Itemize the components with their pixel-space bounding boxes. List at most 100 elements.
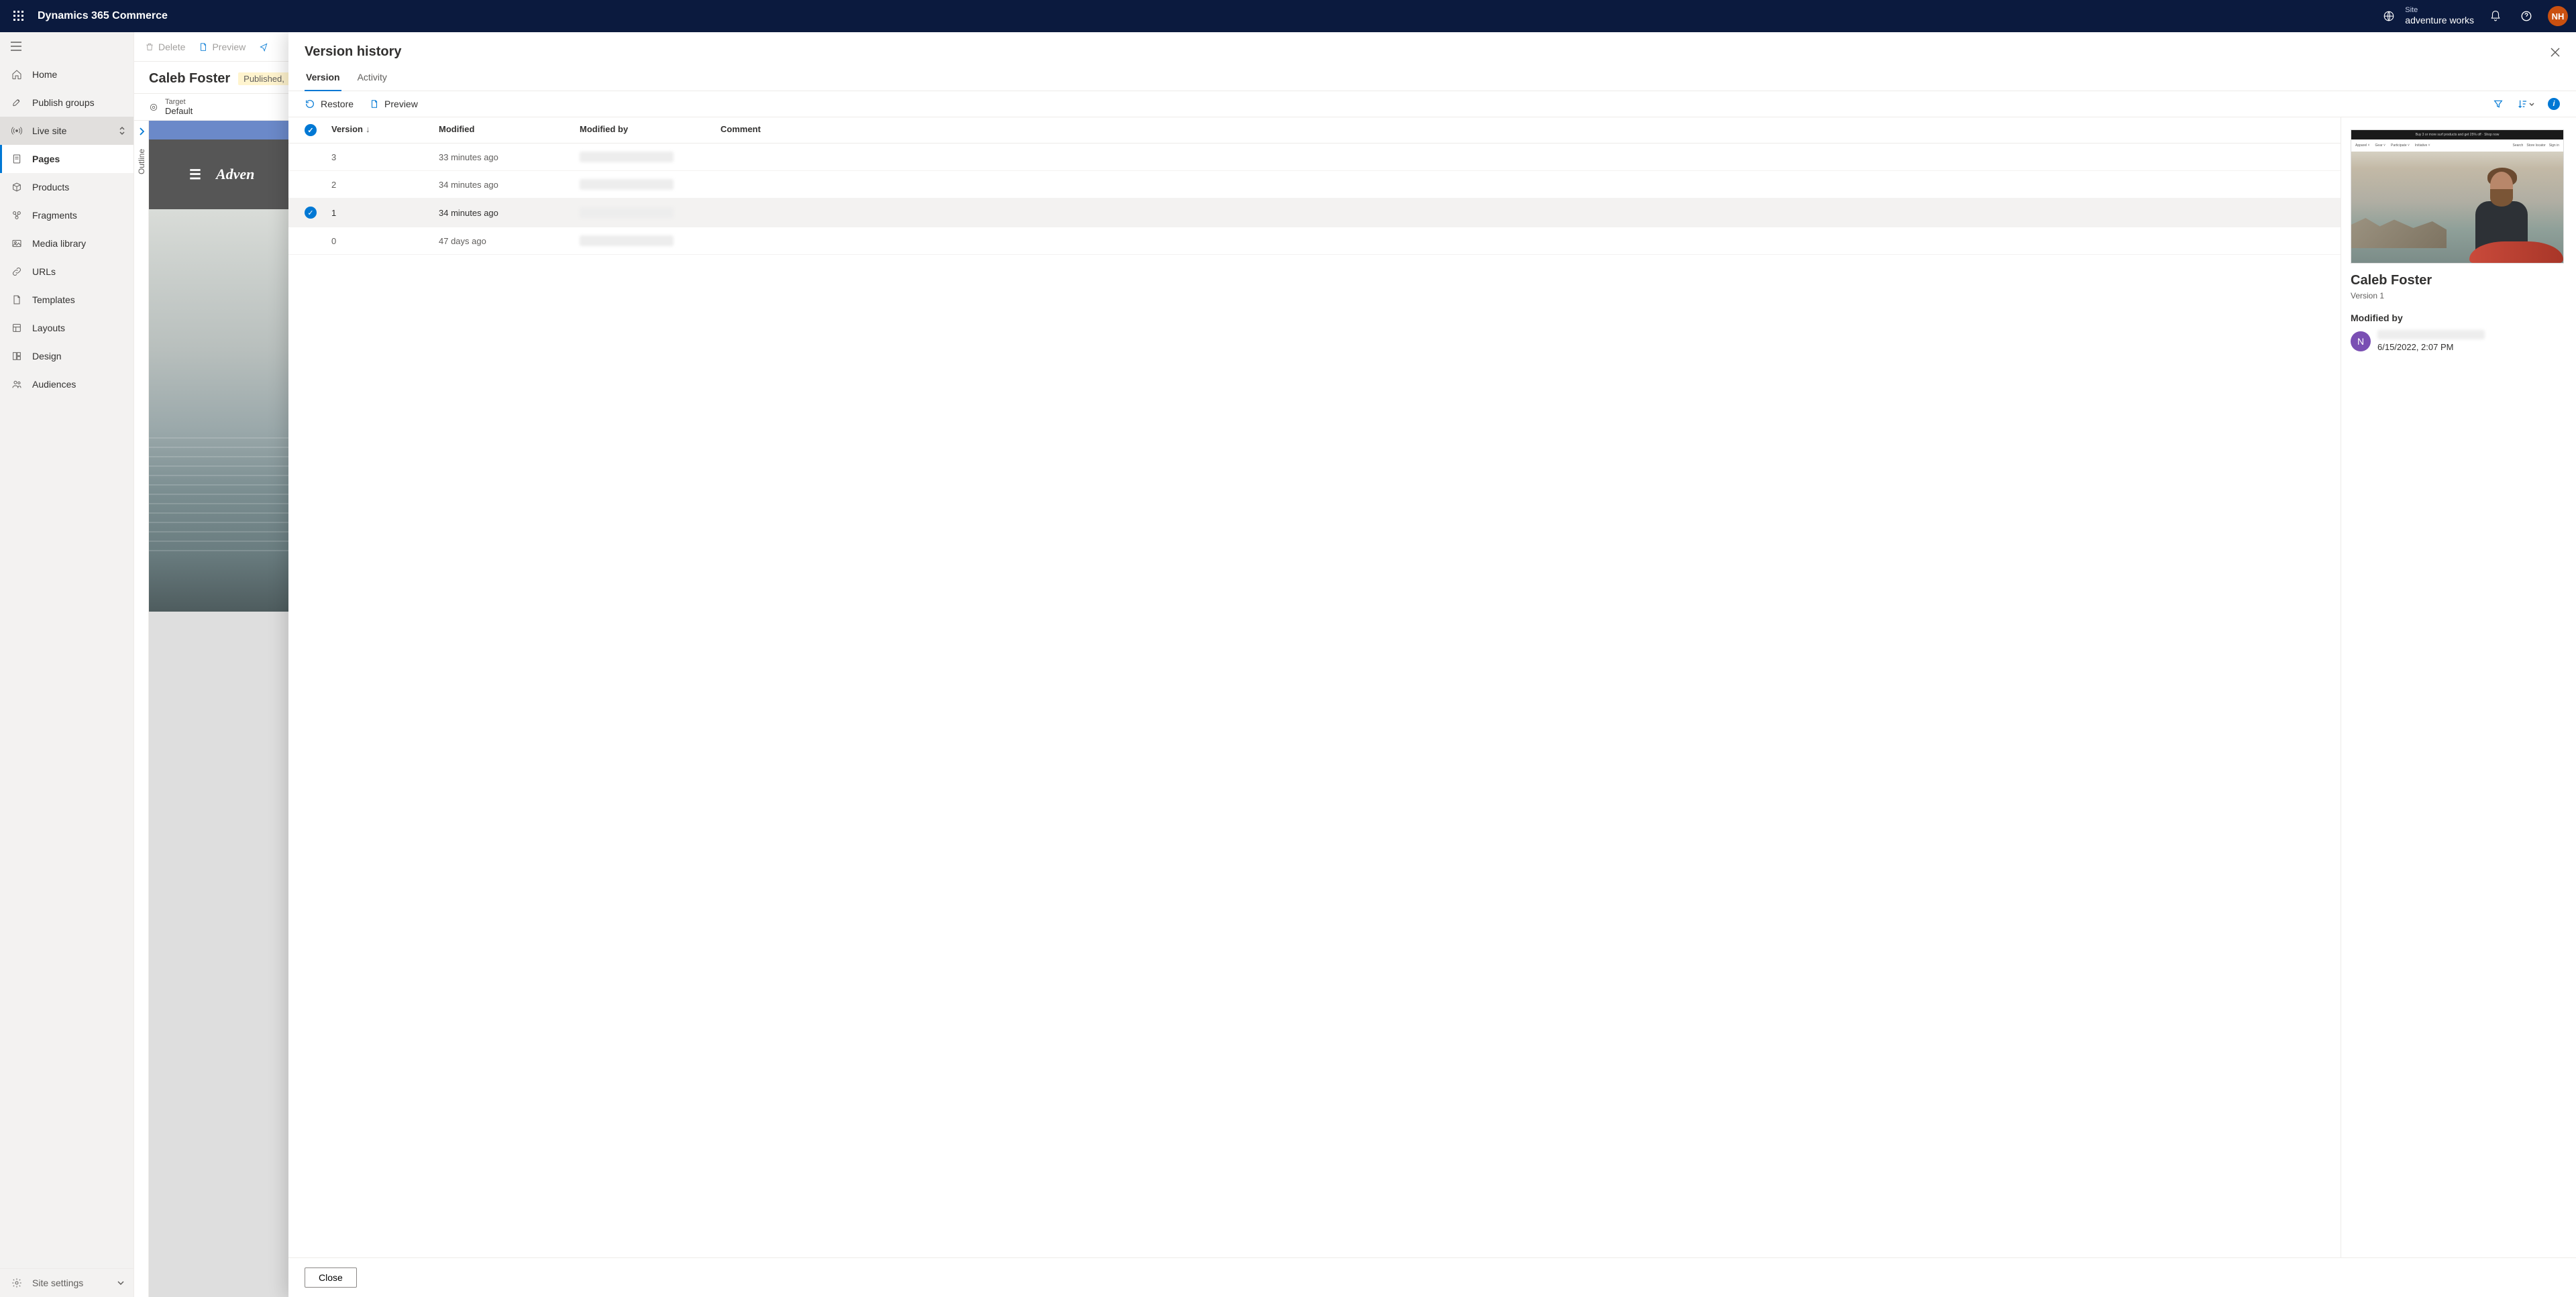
thumb-nav: Apparel ˅Gear ˅Participate ˅Initiative ˅… [2351,139,2563,152]
app-title: Dynamics 365 Commerce [38,10,168,22]
share-button[interactable] [259,42,268,52]
sidebar-item-design[interactable]: Design [0,342,133,370]
cell-modified-by [580,235,720,246]
sidebar: Home Publish groups Live site Pages [0,32,134,1297]
sidebar-item-label: Design [32,351,62,361]
top-bar: Dynamics 365 Commerce Site adventure wor… [0,0,2576,32]
table-header: ✓ Version↓ Modified Modified by Comment [288,117,2341,144]
close-icon[interactable] [2551,48,2560,57]
select-all-checkbox[interactable]: ✓ [305,124,317,136]
sidebar-item-label: Publish groups [32,97,95,108]
col-comment[interactable]: Comment [720,124,2334,136]
fragments-icon [11,209,23,221]
preview-button[interactable]: Preview [199,42,246,52]
pages-icon [11,153,23,165]
target-label: Target [165,98,193,106]
help-icon[interactable] [2517,7,2536,25]
sidebar-toggle-icon[interactable] [0,32,133,60]
restore-button[interactable]: Restore [305,99,354,109]
sidebar-item-pages[interactable]: Pages [0,145,133,173]
cell-modified: 47 days ago [439,236,580,246]
notifications-icon[interactable] [2486,7,2505,25]
site-label: Site [2405,6,2474,15]
cell-version: 0 [331,236,439,246]
preview-version-button[interactable]: Preview [370,99,418,109]
sidebar-item-media-library[interactable]: Media library [0,229,133,258]
col-modified[interactable]: Modified [439,124,580,136]
modified-by-heading: Modified by [2351,313,2564,323]
panel-title: Version history [305,44,402,60]
tab-version[interactable]: Version [305,65,341,91]
sidebar-item-label: Pages [32,154,60,164]
cell-modified: 33 minutes ago [439,152,580,162]
sidebar-item-fragments[interactable]: Fragments [0,201,133,229]
preview-icon [370,99,379,109]
sidebar-item-label: Products [32,182,69,192]
cell-version: 3 [331,152,439,162]
chevron-down-icon [117,1281,124,1285]
site-selector[interactable]: Site adventure works [2379,6,2474,26]
table-row[interactable]: ✓ 134 minutes ago [288,199,2341,227]
filter-icon[interactable] [2493,99,2504,109]
audiences-icon [11,378,23,390]
sidebar-item-home[interactable]: Home [0,60,133,89]
table-row[interactable]: 333 minutes ago [288,144,2341,171]
app-launcher-icon[interactable] [8,5,30,27]
products-icon [11,181,23,193]
thumb-promo: Buy 3 or more surf products and get 25% … [2351,130,2563,139]
broadcast-icon [11,125,23,137]
detail-subtitle: Version 1 [2351,291,2564,300]
tab-activity[interactable]: Activity [356,65,388,91]
modified-date: 6/15/2022, 2:07 PM [2377,342,2485,352]
sidebar-item-site-settings[interactable]: Site settings [0,1269,133,1297]
preview-logo: Adven [216,166,254,183]
panel-tabs: Version Activity [288,65,2576,91]
sidebar-item-label: Layouts [32,323,65,333]
preview-hamburger-icon: ☰ [189,166,201,183]
sidebar-item-templates[interactable]: Templates [0,286,133,314]
modified-by-row: N 6/15/2022, 2:07 PM [2351,330,2564,352]
sidebar-item-urls[interactable]: URLs [0,258,133,286]
expand-outline-icon[interactable] [139,127,144,135]
row-checkbox[interactable]: ✓ [305,207,317,219]
version-detail: Buy 3 or more surf products and get 25% … [2341,117,2576,1257]
sidebar-item-label: Live site [32,125,66,136]
restore-icon [305,99,315,109]
expand-icon [119,125,125,136]
sidebar-item-label: Site settings [32,1278,83,1288]
table-row[interactable]: 234 minutes ago [288,171,2341,199]
sidebar-item-publish-groups[interactable]: Publish groups [0,89,133,117]
sidebar-item-label: Home [32,69,57,80]
cell-modified: 34 minutes ago [439,180,580,190]
rocket-icon [11,97,23,109]
sidebar-item-label: Media library [32,238,86,249]
cell-modified-by [580,152,720,162]
sidebar-item-products[interactable]: Products [0,173,133,201]
cell-modified: 34 minutes ago [439,208,580,218]
cell-modified-by [580,179,720,190]
col-modified-by[interactable]: Modified by [580,124,720,136]
gear-icon [11,1277,23,1289]
toolbar-label: Restore [321,99,354,109]
sidebar-item-live-site[interactable]: Live site [0,117,133,145]
target-value: Default [165,106,193,116]
close-button[interactable]: Close [305,1267,357,1288]
sidebar-item-layouts[interactable]: Layouts [0,314,133,342]
outline-rail: Outline [134,121,149,1297]
version-thumbnail: Buy 3 or more surf products and get 25% … [2351,129,2564,264]
version-history-panel: Version history Version Activity Restore… [288,32,2576,1297]
cell-version: 1 [331,208,439,218]
user-avatar[interactable]: NH [2548,6,2568,26]
col-version[interactable]: Version↓ [331,124,439,136]
table-row[interactable]: 047 days ago [288,227,2341,255]
site-name: adventure works [2405,15,2474,26]
target-icon [149,103,158,112]
sidebar-item-label: Audiences [32,379,76,390]
cmd-label: Preview [212,42,246,52]
sidebar-item-label: Templates [32,294,75,305]
sidebar-item-audiences[interactable]: Audiences [0,370,133,398]
delete-button[interactable]: Delete [145,42,185,52]
info-icon[interactable]: i [2548,98,2560,110]
sort-icon[interactable] [2517,99,2534,109]
cell-modified-by [580,207,720,218]
